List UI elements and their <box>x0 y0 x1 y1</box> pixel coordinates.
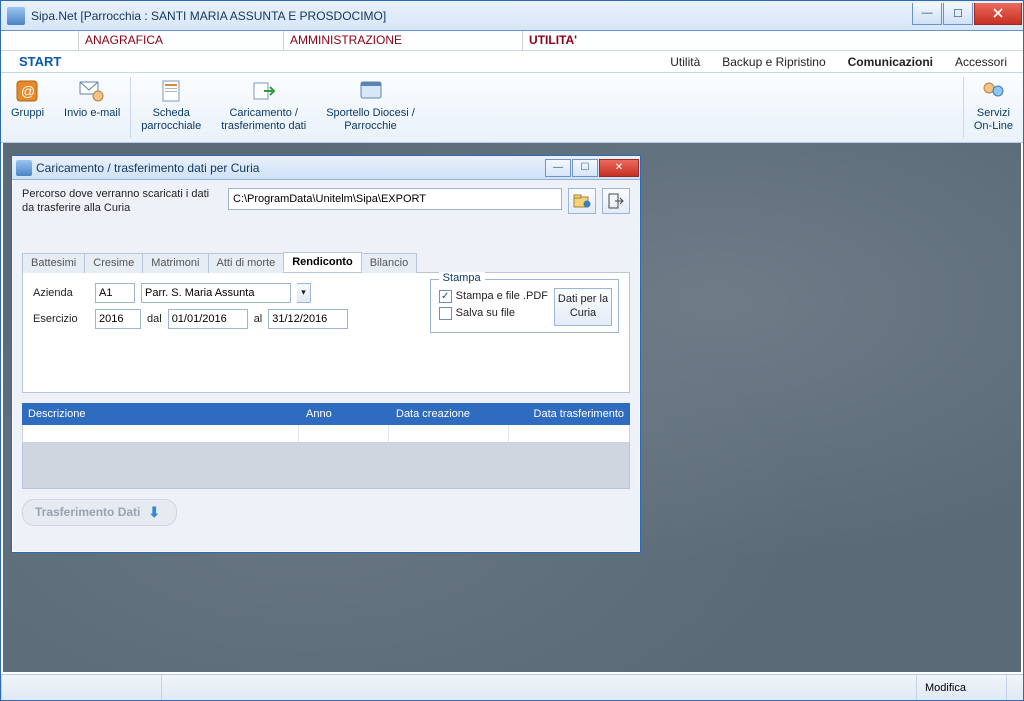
minimize-button[interactable]: — <box>912 3 942 25</box>
app-window: Sipa.Net [Parrocchia : SANTI MARIA ASSUN… <box>0 0 1024 701</box>
salva-file-checkbox[interactable] <box>439 307 452 320</box>
ribbon-scheda-l2: parrocchiale <box>141 120 201 133</box>
status-modifica: Modifica <box>916 675 1006 700</box>
azienda-name-input[interactable] <box>141 283 291 303</box>
child-maximize-button[interactable]: ☐ <box>572 159 598 177</box>
path-label: Percorso dove verranno scaricati i dati … <box>22 188 222 216</box>
ribbon-caricamento-l1: Caricamento / <box>229 107 297 120</box>
al-date-input[interactable] <box>268 309 348 329</box>
ribbon-sportello-l1: Sportello Diocesi / <box>326 107 415 120</box>
azienda-code-input[interactable] <box>95 283 135 303</box>
window-buttons: — ☐ <box>912 3 1023 25</box>
dal-label: dal <box>147 313 162 325</box>
svg-text:@: @ <box>20 83 34 99</box>
ribbon-gruppi[interactable]: @ Gruppi <box>1 73 54 142</box>
submenu-utilita[interactable]: Utilità <box>664 53 706 71</box>
ribbon-servizi-l1: Servizi <box>977 107 1010 120</box>
submenu-comunicazioni[interactable]: Comunicazioni <box>842 53 939 71</box>
document-icon <box>155 77 187 105</box>
menu-utilita[interactable]: UTILITA' <box>522 31 585 50</box>
stampa-groupbox: Stampa ✓ Stampa e file .PDF Salva su fil… <box>430 279 619 333</box>
address-book-icon: @ <box>12 77 44 105</box>
child-close-button[interactable]: ✕ <box>599 159 639 177</box>
col-descrizione: Descrizione <box>22 408 300 420</box>
esercizio-input[interactable] <box>95 309 141 329</box>
maximize-button[interactable]: ☐ <box>943 3 973 25</box>
ribbon-servizi-l2: On-Line <box>974 120 1013 133</box>
dal-date-input[interactable] <box>168 309 248 329</box>
transfer-icon <box>248 77 280 105</box>
exit-button[interactable] <box>602 188 630 214</box>
child-app-icon <box>16 160 32 176</box>
salva-file-label: Salva su file <box>456 307 515 319</box>
dati-per-curia-button[interactable]: Dati per la Curia <box>554 288 612 326</box>
ribbon-sportello-l2: Parrocchie <box>344 120 397 133</box>
status-left-cell <box>1 675 161 700</box>
trasferimento-dati-label: Trasferimento Dati <box>35 505 140 519</box>
trasferimento-dati-button[interactable]: Trasferimento Dati ⬇ <box>22 499 177 526</box>
export-path-input[interactable] <box>228 188 562 210</box>
ribbon-scheda-l1: Scheda <box>153 107 190 120</box>
status-bar: Modifica <box>1 674 1023 700</box>
stampa-pdf-label: Stampa e file .PDF <box>456 290 548 302</box>
ribbon-caricamento-l2: trasferimento dati <box>221 120 306 133</box>
stampa-legend: Stampa <box>439 272 485 284</box>
col-data-trasferimento: Data trasferimento <box>510 408 630 420</box>
col-anno: Anno <box>300 408 390 420</box>
al-label: al <box>254 313 263 325</box>
tab-matrimoni[interactable]: Matrimoni <box>142 253 208 273</box>
ribbon-caricamento[interactable]: Caricamento / trasferimento dati <box>211 73 316 142</box>
main-titlebar: Sipa.Net [Parrocchia : SANTI MARIA ASSUN… <box>1 1 1023 31</box>
ribbon-gruppi-label: Gruppi <box>11 107 44 120</box>
ribbon-servizi-online[interactable]: Servizi On-Line <box>964 73 1023 142</box>
app-icon <box>7 7 25 25</box>
mail-person-icon <box>76 77 108 105</box>
close-button[interactable] <box>974 3 1022 25</box>
sub-menu: START Utilità Backup e Ripristino Comuni… <box>1 51 1023 73</box>
start-label[interactable]: START <box>1 54 78 69</box>
ribbon: @ Gruppi Invio e-mail Scheda parrocchial… <box>1 73 1023 143</box>
azienda-dropdown-button[interactable]: ▾ <box>297 283 311 303</box>
tab-bilancio[interactable]: Bilancio <box>361 253 418 273</box>
child-titlebar: Caricamento / trasferimento dati per Cur… <box>12 156 640 180</box>
tabs: Battesimi Cresime Matrimoni Atti di mort… <box>22 252 630 273</box>
ribbon-invio-email[interactable]: Invio e-mail <box>54 73 130 142</box>
status-mid-cell <box>161 675 916 700</box>
rendiconto-panel: Azienda ▾ Esercizio dal al Stampa <box>22 273 630 393</box>
col-data-creazione: Data creazione <box>390 408 510 420</box>
tab-battesimi[interactable]: Battesimi <box>22 253 85 273</box>
child-body: Percorso dove verranno scaricati i dati … <box>12 180 640 552</box>
stampa-pdf-checkbox[interactable]: ✓ <box>439 290 452 303</box>
tab-cresime[interactable]: Cresime <box>84 253 143 273</box>
esercizio-label: Esercizio <box>33 313 89 325</box>
result-grid-header: Descrizione Anno Data creazione Data tra… <box>22 403 630 425</box>
window-icon <box>355 77 387 105</box>
child-window: Caricamento / trasferimento dati per Cur… <box>11 155 641 553</box>
result-grid-empty-area <box>22 443 630 489</box>
result-grid-row[interactable] <box>22 425 630 443</box>
menu-anagrafica[interactable]: ANAGRAFICA <box>78 31 283 50</box>
window-title: Sipa.Net [Parrocchia : SANTI MARIA ASSUN… <box>31 9 912 23</box>
tab-atti-di-morte[interactable]: Atti di morte <box>208 253 285 273</box>
down-arrow-icon: ⬇ <box>148 504 160 521</box>
people-icon <box>977 77 1009 105</box>
status-grip <box>1006 675 1023 700</box>
browse-folder-button[interactable] <box>568 188 596 214</box>
menu-amministrazione[interactable]: AMMINISTRAZIONE <box>283 31 522 50</box>
tab-rendiconto[interactable]: Rendiconto <box>283 252 362 272</box>
child-title: Caricamento / trasferimento dati per Cur… <box>36 161 545 175</box>
ribbon-sportello[interactable]: Sportello Diocesi / Parrocchie <box>316 73 425 142</box>
main-menu: ANAGRAFICA AMMINISTRAZIONE UTILITA' <box>1 31 1023 51</box>
azienda-label: Azienda <box>33 287 89 299</box>
submenu-backup[interactable]: Backup e Ripristino <box>716 53 831 71</box>
ribbon-scheda[interactable]: Scheda parrocchiale <box>131 73 211 142</box>
submenu-accessori[interactable]: Accessori <box>949 53 1013 71</box>
child-minimize-button[interactable]: — <box>545 159 571 177</box>
ribbon-invio-email-label: Invio e-mail <box>64 107 120 120</box>
